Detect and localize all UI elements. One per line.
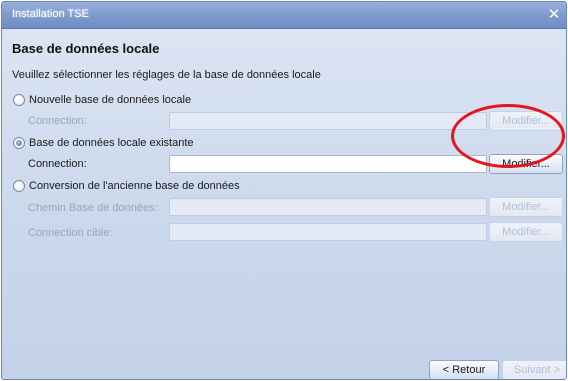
new-db-connection-field: [169, 112, 487, 130]
convert-db-path-field: [169, 198, 487, 216]
existing-db-connection-field[interactable]: [169, 155, 487, 173]
wizard-content: Base de données locale Veuillez sélectio…: [2, 30, 566, 379]
radio-option-existing-db[interactable]: Base de données locale existante: [13, 135, 194, 151]
radio-label-existing-db: Base de données locale existante: [29, 137, 194, 149]
convert-db-path-label: Chemin Base de données:: [28, 202, 158, 214]
radio-label-new-db: Nouvelle base de données locale: [29, 94, 192, 106]
radio-option-new-db[interactable]: Nouvelle base de données locale: [13, 92, 191, 108]
back-button[interactable]: < Retour: [429, 360, 499, 379]
new-db-connection-label: Connection:: [28, 115, 87, 127]
radio-label-convert-db: Conversion de l'ancienne base de données: [29, 180, 240, 192]
radio-existing-db[interactable]: [13, 137, 25, 149]
convert-db-path-modify-button: Modifier...: [489, 197, 563, 217]
title-bar[interactable]: Installation TSE ✕: [2, 2, 566, 29]
new-db-modify-button: Modifier...: [489, 111, 563, 131]
close-icon[interactable]: ✕: [545, 6, 563, 24]
convert-db-target-field: [169, 223, 487, 241]
radio-new-db[interactable]: [13, 94, 25, 106]
existing-db-modify-button[interactable]: Modifier...: [489, 154, 563, 174]
window-title: Installation TSE: [12, 8, 89, 20]
convert-db-target-label: Connection cible:: [28, 227, 113, 239]
installer-window: Installation TSE ✕ Base de données local…: [1, 1, 567, 380]
next-button: Suivant >: [502, 360, 566, 379]
convert-db-target-modify-button: Modifier...: [489, 222, 563, 242]
page-title: Base de données locale: [12, 41, 160, 56]
radio-option-convert-db[interactable]: Conversion de l'ancienne base de données: [13, 178, 240, 194]
radio-convert-db[interactable]: [13, 180, 25, 192]
page-subtitle: Veuillez sélectionner les réglages de la…: [12, 69, 321, 81]
existing-db-connection-label: Connection:: [28, 158, 87, 170]
